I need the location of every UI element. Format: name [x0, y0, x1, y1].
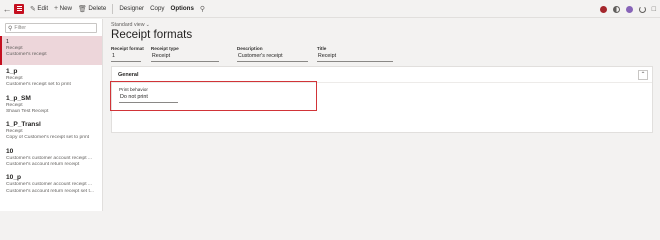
- copy-button[interactable]: Copy: [147, 0, 167, 18]
- field-label: Receipt format: [111, 46, 144, 51]
- search-button[interactable]: ⚲: [197, 0, 210, 18]
- details-pane: Standard view⌄ Receipt formats Receipt f…: [111, 19, 660, 211]
- new-button[interactable]: + New: [51, 0, 75, 18]
- menu-icon[interactable]: [14, 3, 24, 14]
- designer-label: Designer: [119, 5, 145, 12]
- field-value[interactable]: Customer's receipt: [236, 52, 308, 62]
- list-item[interactable]: 10_p Customer's customer account receipt…: [0, 171, 102, 198]
- notification-icon[interactable]: [599, 5, 607, 13]
- copy-label: Copy: [150, 5, 165, 12]
- description-field[interactable]: Description Customer's receipt: [236, 46, 308, 62]
- field-value[interactable]: Receipt: [316, 52, 393, 62]
- open-new-window-icon[interactable]: □: [652, 6, 656, 13]
- title-field[interactable]: Title Receipt: [316, 46, 393, 62]
- edit-label: Edit: [37, 5, 49, 12]
- edit-button[interactable]: ✎ Edit: [27, 0, 51, 18]
- general-fasttab: General ⌃ Print behavior Do not print: [111, 66, 653, 133]
- list-item-line: Customer's customer account receipt ...: [6, 182, 93, 188]
- office-icon[interactable]: [625, 5, 633, 13]
- delete-button[interactable]: 🗑 Delete: [75, 0, 109, 18]
- search-icon: ⚲: [199, 5, 206, 13]
- page-title: Receipt formats: [111, 28, 193, 41]
- fasttab-title: General: [118, 71, 139, 78]
- print-behavior-select[interactable]: Do not print: [119, 93, 178, 103]
- field-value[interactable]: Receipt: [150, 52, 219, 62]
- theme-icon[interactable]: [612, 5, 620, 13]
- new-label: New: [59, 5, 73, 12]
- back-icon[interactable]: ←: [0, 0, 14, 18]
- chevron-up-icon[interactable]: ⌃: [638, 70, 648, 80]
- receipt-format-field[interactable]: Receipt format 1: [111, 46, 144, 62]
- toolbar-right-icons: □: [599, 0, 656, 18]
- plus-icon: +: [54, 5, 59, 12]
- options-tab[interactable]: Options: [168, 0, 197, 18]
- fasttab-body: Print behavior Do not print: [112, 83, 652, 103]
- list-item-line: Copy of Customer's receipt set to print: [6, 135, 90, 141]
- filter-input[interactable]: ⚲ Filter: [5, 23, 97, 33]
- designer-button[interactable]: Designer: [116, 0, 147, 18]
- header-fields: Receipt format 1 Receipt type Receipt De…: [111, 46, 660, 62]
- list-item-line: Customer's receipt: [6, 52, 47, 58]
- options-label: Options: [170, 5, 194, 12]
- list-item-line: Customer's account return receipt: [6, 162, 80, 168]
- toolbar-divider: [112, 3, 114, 14]
- list-item[interactable]: 1 Receipt Customer's receipt: [0, 36, 102, 65]
- list-item-title: 1_P_Transl: [6, 121, 41, 129]
- list-item[interactable]: 1_P_Transl Receipt Copy of Customer's re…: [0, 118, 102, 145]
- list-item-line: Customer's account return receipt set t.…: [6, 188, 94, 194]
- refresh-icon[interactable]: [638, 5, 646, 13]
- list-item-title: 1_p_SM: [6, 94, 31, 102]
- delete-label: Delete: [88, 5, 107, 12]
- pencil-icon: ✎: [30, 5, 36, 13]
- list-item[interactable]: 1_p Receipt Customer's receipt set to pr…: [0, 65, 102, 92]
- filter-placeholder: Filter: [14, 25, 26, 31]
- list-item[interactable]: 10 Customer's customer account receipt .…: [0, 145, 102, 172]
- list-item-line: Shaun Test Receipt: [6, 108, 49, 114]
- print-behavior-field[interactable]: Print behavior Do not print: [119, 87, 652, 103]
- list-item-title: 10_p: [6, 174, 22, 182]
- receipt-type-field[interactable]: Receipt type Receipt: [150, 46, 219, 62]
- list-item-title: 1_p: [6, 68, 18, 75]
- list-item-title: 10: [6, 147, 14, 155]
- record-list-pane: ⚲ Filter 1 Receipt Customer's receipt 1_…: [0, 19, 103, 211]
- field-label: Print behavior: [119, 87, 148, 92]
- trash-icon: 🗑: [78, 5, 87, 13]
- field-value[interactable]: 1: [111, 52, 141, 62]
- list-item-line: Customer's receipt set to print: [6, 82, 71, 88]
- search-icon: ⚲: [8, 25, 13, 32]
- action-pane: ← ✎ Edit + New 🗑 Delete Designer Copy Op…: [0, 0, 660, 18]
- list-item[interactable]: 1_p_SM Receipt Shaun Test Receipt: [0, 92, 102, 119]
- list-item-title: 1: [6, 39, 9, 45]
- fasttab-header[interactable]: General: [112, 67, 652, 83]
